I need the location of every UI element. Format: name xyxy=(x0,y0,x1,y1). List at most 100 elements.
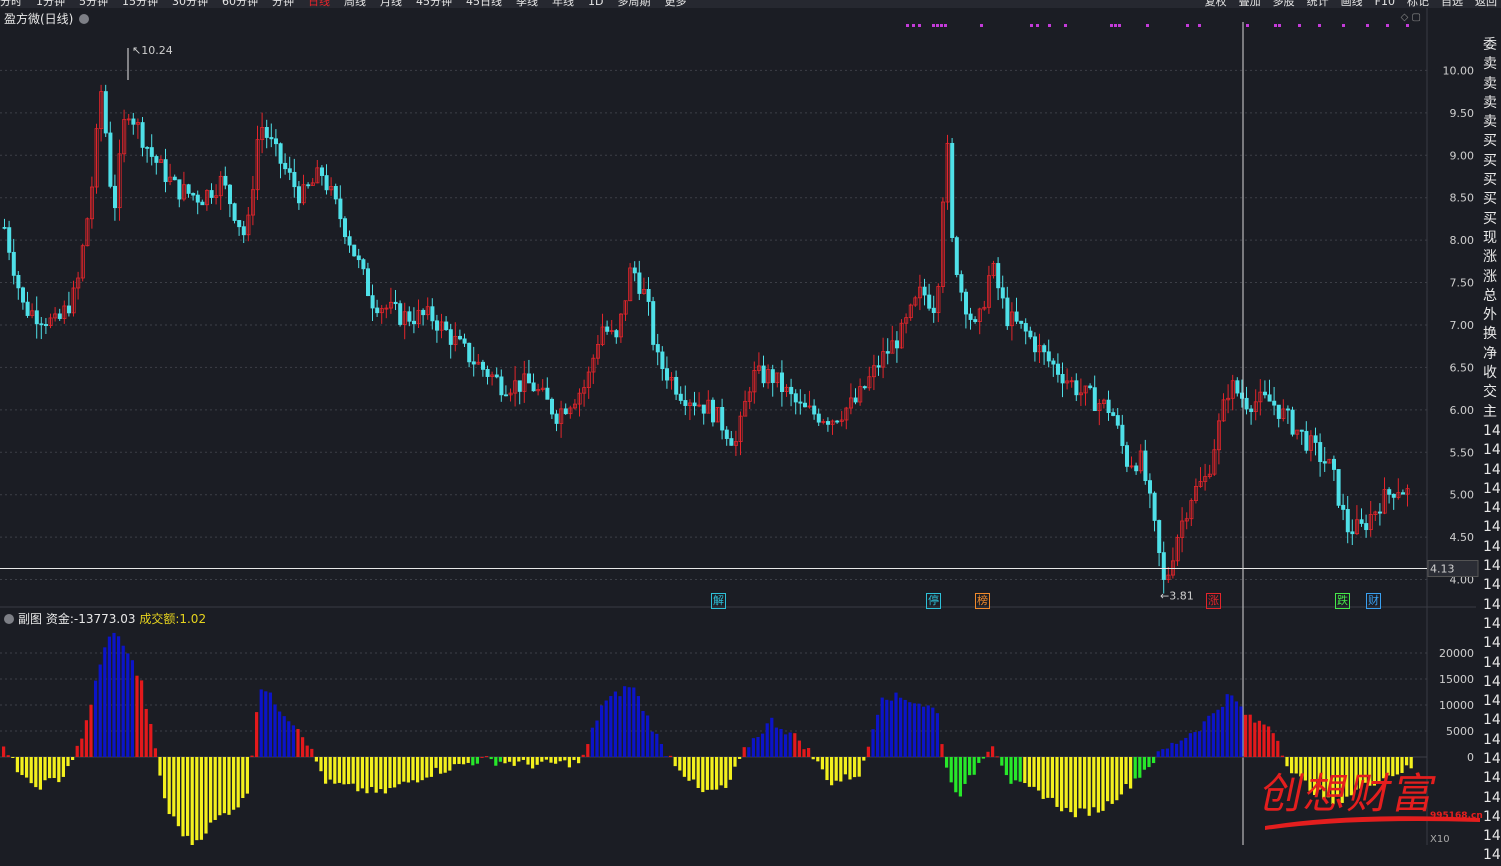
flow-bar xyxy=(6,755,10,757)
flow-bar xyxy=(43,757,47,781)
candle-body xyxy=(973,319,978,322)
flow-bar xyxy=(526,757,530,765)
flow-bar xyxy=(466,757,470,763)
flow-bar xyxy=(163,757,167,799)
flow-bar xyxy=(443,757,447,773)
flow-bar xyxy=(1202,721,1206,757)
flow-bar xyxy=(1239,706,1243,757)
flow-bar xyxy=(172,757,176,817)
flow-bar xyxy=(1188,733,1192,757)
flow-bar xyxy=(623,686,627,757)
flow-bar xyxy=(747,747,751,757)
event-badge[interactable]: 解 xyxy=(711,593,726,609)
candle-body xyxy=(1161,552,1166,580)
candle-body xyxy=(273,138,278,145)
candle-body xyxy=(283,162,288,170)
candle-body xyxy=(287,168,292,173)
flow-bar xyxy=(949,757,953,783)
quote-panel-labels: 委卖卖卖卖买买买买买现涨涨总外换净收交主 14 14 14 14 14 14 14 14 14 14… xyxy=(1483,36,1501,866)
event-badge[interactable]: 榜 xyxy=(975,593,990,609)
flow-bar xyxy=(1211,713,1215,757)
quote-label: 涨 xyxy=(1483,268,1497,285)
flow-bar xyxy=(682,757,686,777)
flow-bar xyxy=(1000,757,1004,766)
window-icons[interactable]: ◇ ▢ xyxy=(1401,12,1421,23)
flow-bar xyxy=(595,720,599,757)
flow-bar xyxy=(489,757,493,760)
event-badge[interactable]: 涨 xyxy=(1206,593,1221,609)
flow-bar xyxy=(94,680,98,757)
flow-bar xyxy=(324,757,328,784)
price-tick-label: 8.50 xyxy=(1450,192,1475,205)
flow-bar xyxy=(1055,757,1059,807)
flow-bar xyxy=(34,757,38,788)
candle-body xyxy=(1157,520,1162,554)
candle-body xyxy=(853,397,858,403)
flow-bar xyxy=(149,723,153,757)
candle-body xyxy=(1290,409,1295,435)
quote-label: 14 xyxy=(1483,828,1501,845)
candle-body xyxy=(637,272,642,294)
flow-bar xyxy=(604,700,608,757)
flow-bar xyxy=(1248,714,1252,757)
candle-body xyxy=(895,340,900,349)
flow-bar xyxy=(1050,757,1054,798)
flow-bar xyxy=(820,757,824,770)
candle-body xyxy=(278,143,283,164)
flow-bar xyxy=(416,757,420,783)
event-badge[interactable]: 跌 xyxy=(1335,593,1350,609)
quote-label: 总 xyxy=(1483,287,1497,304)
candle-body xyxy=(1359,519,1364,524)
flow-bar xyxy=(774,727,778,757)
flow-bar xyxy=(816,757,820,762)
flow-bar xyxy=(669,755,673,757)
flow-bar xyxy=(531,757,535,769)
candle-body xyxy=(113,185,118,209)
quote-label: 换 xyxy=(1483,326,1497,343)
event-badge[interactable]: 财 xyxy=(1366,593,1381,609)
candle-body xyxy=(1272,400,1277,406)
candle-body xyxy=(1134,465,1139,472)
flow-bar xyxy=(268,692,272,757)
flow-bar xyxy=(57,757,61,783)
flow-bar xyxy=(853,757,857,778)
candle-body xyxy=(655,344,660,353)
candle-body xyxy=(1056,363,1061,375)
kline-chart[interactable]: 10.00 9.50 9.00 8.50 8.00 7.50 7.00 6.50 6.00 5.5… xyxy=(0,0,1501,845)
sub-chart-toggle-icon[interactable] xyxy=(4,614,14,624)
flow-bar xyxy=(1018,757,1022,782)
candle-body xyxy=(931,307,936,314)
quote-label: 14 xyxy=(1483,847,1501,864)
candle-body xyxy=(770,369,775,383)
candle-body xyxy=(1313,435,1318,443)
flow-bar xyxy=(429,757,433,777)
quote-label: 14 xyxy=(1483,519,1501,536)
event-badge[interactable]: 停 xyxy=(926,593,941,609)
flow-bar xyxy=(848,757,852,780)
sub-tick-label: 20000 xyxy=(1439,647,1474,660)
flow-bar xyxy=(609,696,613,757)
flow-bar xyxy=(1004,757,1008,776)
flow-bar xyxy=(11,757,15,758)
flow-bar xyxy=(204,757,208,834)
flow-bar xyxy=(590,727,594,757)
flow-bar xyxy=(301,737,305,757)
quote-label: 买 xyxy=(1483,133,1497,150)
flow-bar xyxy=(705,757,709,790)
flow-bar xyxy=(784,734,788,757)
flow-bar xyxy=(342,757,346,785)
watermark-url: 995168.cn xyxy=(1430,811,1483,821)
candle-body xyxy=(1387,489,1392,495)
quote-label: 外 xyxy=(1483,307,1497,324)
flow-bar xyxy=(121,645,125,757)
candle-body xyxy=(1033,336,1038,353)
flow-bar xyxy=(186,757,190,836)
flow-bar xyxy=(862,757,866,761)
quote-label: 14 xyxy=(1483,500,1501,517)
signal-dot xyxy=(906,24,909,27)
flow-bar xyxy=(296,729,300,757)
quote-label: 交 xyxy=(1483,384,1497,401)
candle-body xyxy=(20,287,25,303)
signal-dot xyxy=(1406,24,1409,27)
flow-bar xyxy=(641,710,645,757)
